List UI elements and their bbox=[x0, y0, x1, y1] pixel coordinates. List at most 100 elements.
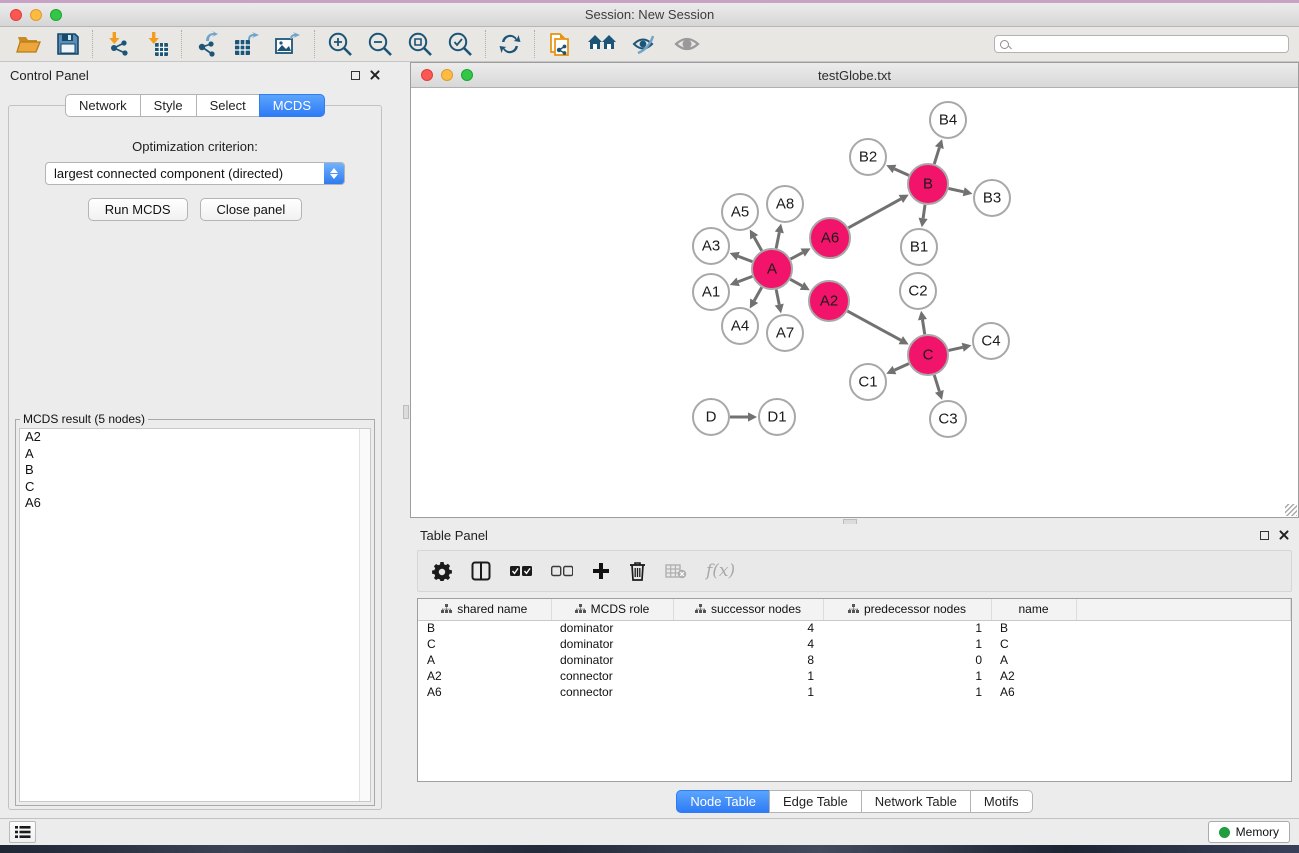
cell[interactable]: B bbox=[991, 620, 1076, 636]
edge-A-A3[interactable] bbox=[730, 252, 753, 262]
memory-button[interactable]: Memory bbox=[1208, 821, 1290, 843]
edge-D-D1[interactable] bbox=[730, 412, 757, 421]
edge-A-A2[interactable] bbox=[790, 279, 810, 290]
cell[interactable]: A2 bbox=[991, 668, 1076, 684]
edge-B-B3[interactable] bbox=[949, 187, 973, 196]
resize-grip-icon[interactable] bbox=[1285, 504, 1297, 516]
cell[interactable]: A6 bbox=[418, 684, 551, 700]
node-D[interactable]: D bbox=[693, 399, 729, 435]
column-selector-button[interactable] bbox=[471, 561, 491, 581]
node-A1[interactable]: A1 bbox=[693, 274, 729, 310]
copy-network-button[interactable] bbox=[547, 30, 573, 58]
tab-style[interactable]: Style bbox=[140, 94, 197, 117]
edge-A-A1[interactable] bbox=[730, 276, 753, 286]
cell[interactable]: 1 bbox=[673, 684, 823, 700]
cell[interactable]: dominator bbox=[551, 636, 673, 652]
float-table-panel-icon[interactable] bbox=[1260, 531, 1269, 540]
cell[interactable]: 4 bbox=[673, 636, 823, 652]
cell[interactable]: 1 bbox=[823, 636, 991, 652]
select-all-button[interactable] bbox=[510, 565, 532, 577]
node-A3[interactable]: A3 bbox=[693, 228, 729, 264]
edge-B-B4[interactable] bbox=[934, 139, 943, 164]
app-titlebar[interactable]: Session: New Session bbox=[0, 3, 1299, 27]
cell[interactable]: dominator bbox=[551, 620, 673, 636]
export-network-button[interactable] bbox=[194, 31, 220, 57]
cell[interactable]: connector bbox=[551, 684, 673, 700]
result-item-a[interactable]: A bbox=[20, 446, 370, 463]
result-item-a6[interactable]: A6 bbox=[20, 495, 370, 512]
node-A6[interactable]: A6 bbox=[810, 218, 850, 258]
open-file-button[interactable] bbox=[16, 32, 42, 56]
table-row[interactable]: Adominator80A bbox=[418, 652, 1291, 668]
node-A8[interactable]: A8 bbox=[767, 186, 803, 222]
show-details-button[interactable] bbox=[673, 33, 701, 55]
network-minimize-button[interactable] bbox=[441, 69, 453, 81]
float-panel-icon[interactable] bbox=[351, 71, 360, 80]
network-window-titlebar[interactable]: testGlobe.txt bbox=[411, 63, 1298, 88]
column-header-name[interactable]: name bbox=[991, 599, 1076, 620]
network-canvas[interactable]: B4B2BB3A5A8A6B1A3AC2A1A2A4A7C4CC1C3DD1 bbox=[411, 88, 1298, 517]
delete-column-button[interactable] bbox=[629, 561, 646, 581]
node-C[interactable]: C bbox=[908, 335, 948, 375]
column-header-shared-name[interactable]: shared name bbox=[418, 599, 551, 620]
node-C3[interactable]: C3 bbox=[930, 401, 966, 437]
save-session-button[interactable] bbox=[56, 32, 80, 56]
export-table-button[interactable] bbox=[234, 31, 261, 57]
tab-node-table[interactable]: Node Table bbox=[676, 790, 770, 813]
close-panel-icon[interactable] bbox=[370, 70, 380, 80]
export-image-button[interactable] bbox=[275, 31, 302, 57]
zoom-window-button[interactable] bbox=[50, 9, 62, 21]
node-B[interactable]: B bbox=[908, 164, 948, 204]
import-table-button[interactable] bbox=[145, 31, 169, 57]
cell[interactable]: 0 bbox=[823, 652, 991, 668]
edge-B-B1[interactable] bbox=[919, 205, 928, 227]
run-mcds-button[interactable]: Run MCDS bbox=[88, 198, 188, 221]
node-A4[interactable]: A4 bbox=[722, 308, 758, 344]
node-A7[interactable]: A7 bbox=[767, 315, 803, 351]
node-B4[interactable]: B4 bbox=[930, 102, 966, 138]
edge-C-C2[interactable] bbox=[918, 311, 927, 334]
mcds-result-list[interactable]: A2ABCA6 bbox=[19, 428, 371, 802]
zoom-selected-button[interactable] bbox=[447, 31, 473, 57]
network-zoom-button[interactable] bbox=[461, 69, 473, 81]
cell[interactable]: 1 bbox=[673, 668, 823, 684]
search-input[interactable] bbox=[1013, 37, 1283, 51]
node-A[interactable]: A bbox=[752, 249, 792, 289]
result-item-c[interactable]: C bbox=[20, 479, 370, 496]
cell[interactable]: B bbox=[418, 620, 551, 636]
hide-labels-button[interactable] bbox=[631, 32, 659, 56]
refresh-button[interactable] bbox=[498, 32, 522, 56]
table-row[interactable]: Bdominator41B bbox=[418, 620, 1291, 636]
column-header-successor-nodes[interactable]: successor nodes bbox=[673, 599, 823, 620]
edge-B-B2[interactable] bbox=[886, 165, 909, 176]
edge-A2-C[interactable] bbox=[847, 311, 908, 344]
zoom-in-button[interactable] bbox=[327, 31, 353, 57]
node-B1[interactable]: B1 bbox=[901, 229, 937, 265]
task-history-button[interactable] bbox=[9, 821, 36, 843]
node-B3[interactable]: B3 bbox=[974, 180, 1010, 216]
cell[interactable]: 1 bbox=[823, 684, 991, 700]
node-B2[interactable]: B2 bbox=[850, 139, 886, 175]
close-table-panel-icon[interactable] bbox=[1279, 530, 1289, 540]
cell[interactable]: A bbox=[418, 652, 551, 668]
cell[interactable]: C bbox=[418, 636, 551, 652]
node-A2[interactable]: A2 bbox=[809, 281, 849, 321]
table-row[interactable]: A6connector11A6 bbox=[418, 684, 1291, 700]
result-item-a2[interactable]: A2 bbox=[20, 429, 370, 446]
close-panel-button[interactable]: Close panel bbox=[200, 198, 303, 221]
column-header-MCDS-role[interactable]: MCDS role bbox=[551, 599, 673, 620]
edge-A-A8[interactable] bbox=[775, 224, 784, 249]
node-C1[interactable]: C1 bbox=[850, 364, 886, 400]
table-row[interactable]: Cdominator41C bbox=[418, 636, 1291, 652]
result-item-b[interactable]: B bbox=[20, 462, 370, 479]
cell[interactable]: A2 bbox=[418, 668, 551, 684]
home-button[interactable] bbox=[587, 33, 617, 55]
import-network-button[interactable] bbox=[105, 31, 131, 57]
zoom-fit-button[interactable] bbox=[407, 31, 433, 57]
cell[interactable]: 8 bbox=[673, 652, 823, 668]
add-column-button[interactable] bbox=[592, 562, 610, 580]
tab-mcds[interactable]: MCDS bbox=[259, 94, 325, 117]
cell[interactable]: A bbox=[991, 652, 1076, 668]
tab-motifs[interactable]: Motifs bbox=[970, 790, 1033, 813]
edge-A-A4[interactable] bbox=[750, 287, 762, 308]
